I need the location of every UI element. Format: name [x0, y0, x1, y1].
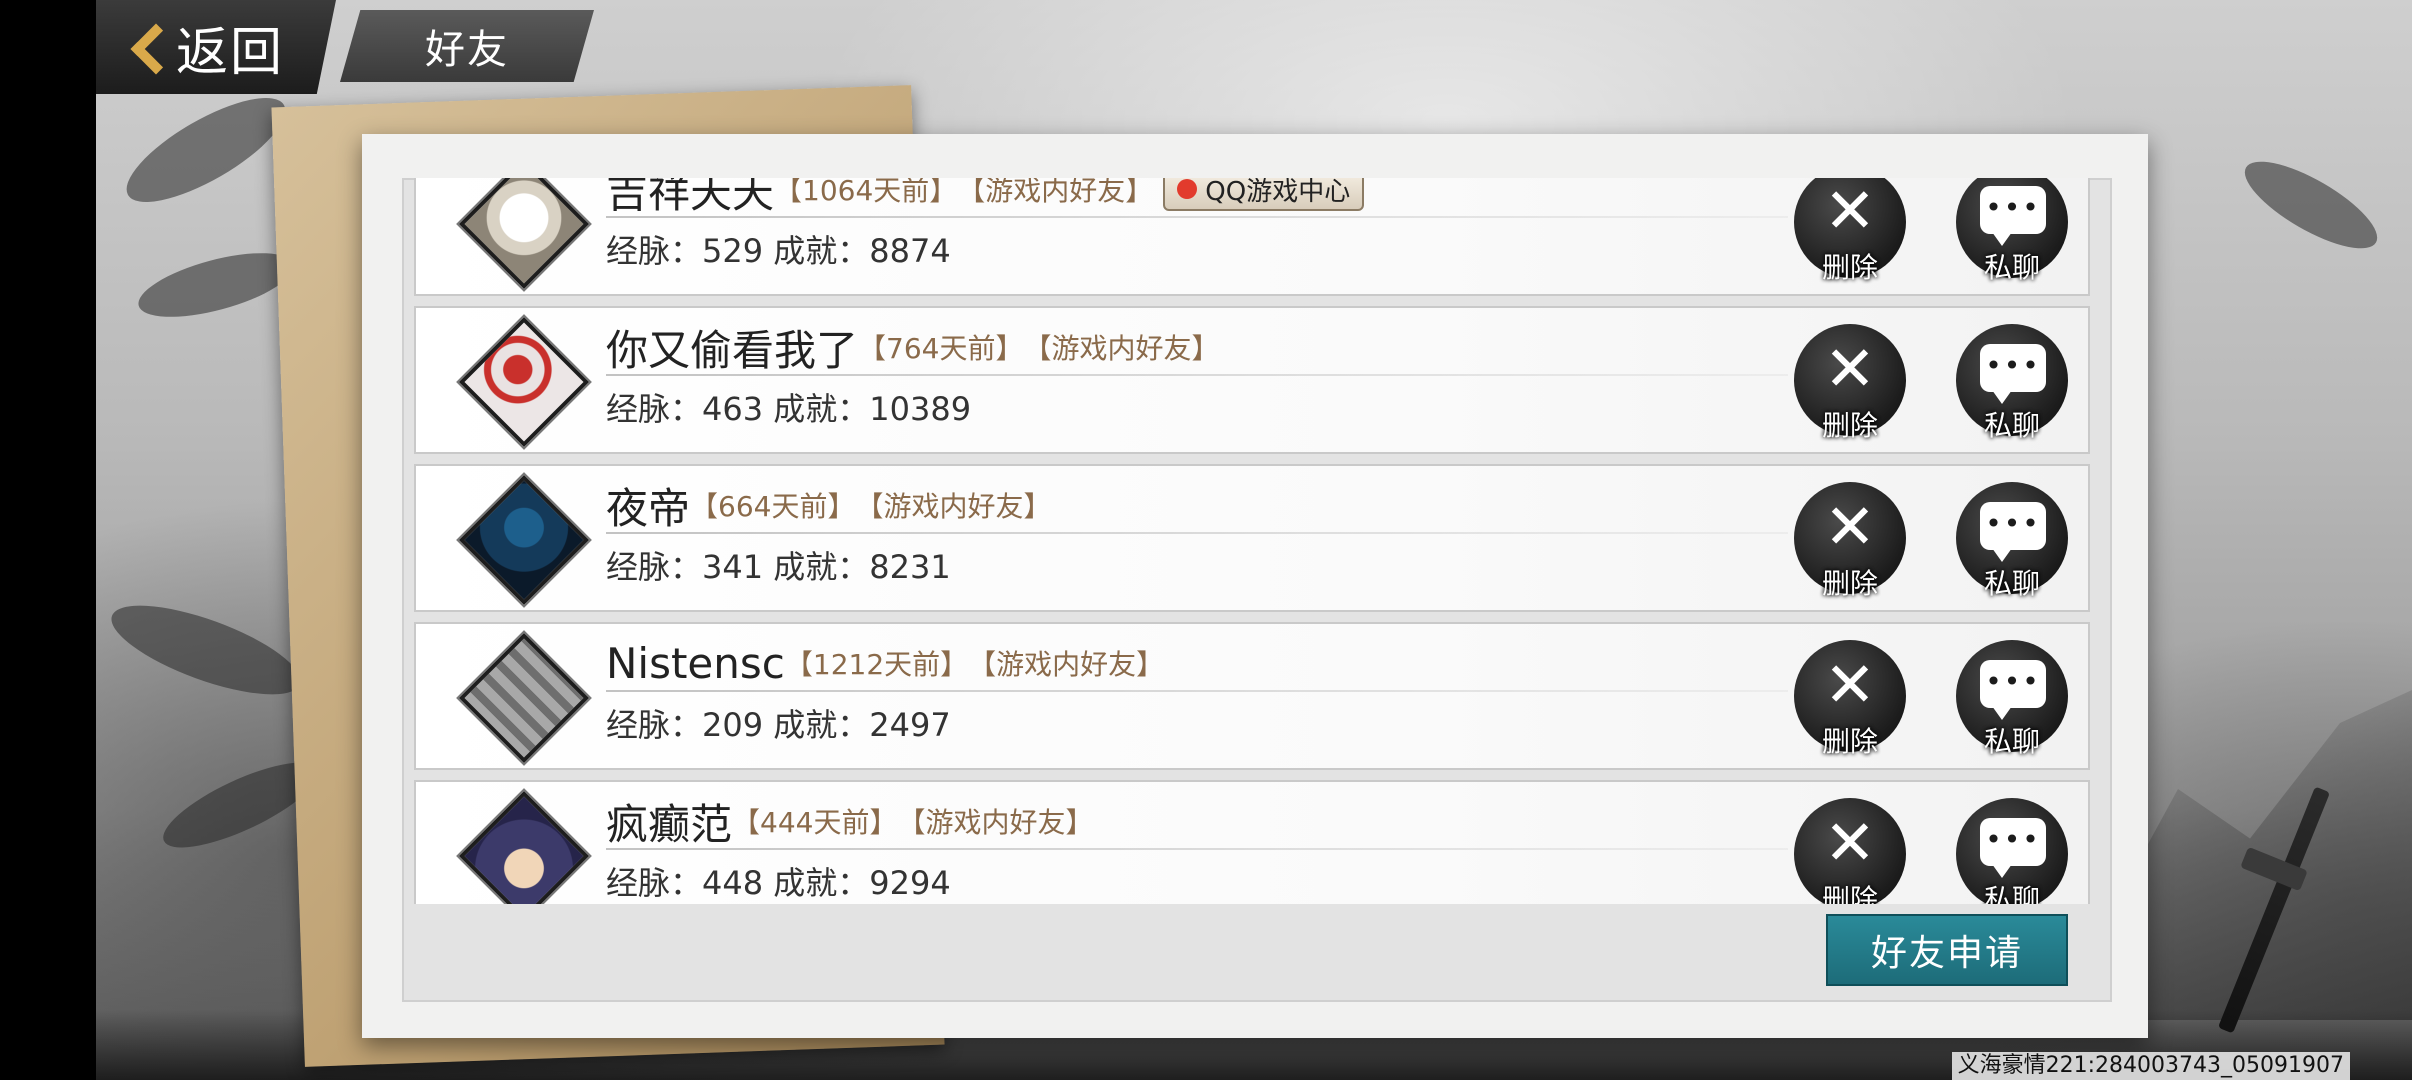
private-chat-button[interactable]: ••• 私聊 — [1952, 320, 2072, 444]
friend-name: 夜帝 — [606, 483, 691, 533]
last-online-tag: 【1064天前】 — [774, 178, 958, 207]
friend-source-tag: 【游戏内好友】 — [855, 490, 1052, 523]
private-chat-button[interactable]: ••• 私聊 — [1952, 636, 2072, 760]
friend-name: 吉祥天天 — [606, 178, 775, 217]
friend-row: 你又偷看我了 【764天前】 【游戏内好友】 经脉：463 成就：10389 ✕… — [414, 306, 2090, 454]
friend-source-tag: 【游戏内好友】 — [1023, 332, 1220, 365]
chat-bubble-icon: ••• — [1980, 186, 2046, 246]
last-online-tag: 【664天前】 — [690, 490, 856, 523]
friend-row: 疯癫范 【444天前】 【游戏内好友】 经脉：448 成就：9294 ✕ 删除 … — [414, 780, 2090, 904]
private-chat-button[interactable]: ••• 私聊 — [1952, 794, 2072, 904]
delete-friend-button[interactable]: ✕ 删除 — [1790, 794, 1910, 904]
friend-avatar[interactable] — [458, 316, 590, 448]
last-online-tag: 【1212天前】 — [784, 648, 969, 681]
friend-avatar[interactable] — [458, 632, 590, 764]
friend-name: 疯癫范 — [606, 799, 733, 849]
delete-friend-button[interactable]: ✕ 删除 — [1790, 478, 1910, 602]
chat-bubble-icon: ••• — [1980, 344, 2046, 404]
last-online-tag: 【764天前】 — [858, 332, 1024, 365]
friend-stats: 经脉：209 成就：2497 — [606, 706, 951, 744]
friend-source-tag: 【游戏内好友】 — [968, 648, 1165, 681]
friend-source-tag: 【游戏内好友】 — [897, 806, 1094, 839]
back-arrow-icon — [124, 17, 164, 77]
friend-avatar[interactable] — [458, 178, 590, 290]
chat-bubble-icon: ••• — [1980, 660, 2046, 720]
qq-game-center-badge: QQ游戏中心 — [1163, 178, 1365, 211]
friend-avatar[interactable] — [458, 474, 590, 606]
close-x-icon: ✕ — [1824, 178, 1876, 247]
friend-name: 你又偷看我了 — [606, 325, 859, 375]
delete-friend-button[interactable]: ✕ 删除 — [1790, 320, 1910, 444]
friend-source-tag: 【游戏内好友】 — [957, 178, 1154, 207]
player-id-watermark: 义海豪情221:284003743_05091907 — [1951, 1052, 2350, 1080]
page-title: 好友 — [425, 27, 509, 73]
friend-stats: 经脉：529 成就：8874 — [606, 232, 951, 270]
close-x-icon: ✕ — [1824, 648, 1876, 721]
close-x-icon: ✕ — [1824, 332, 1876, 405]
qq-icon — [1177, 179, 1198, 199]
close-x-icon: ✕ — [1824, 490, 1876, 563]
friend-row: Nistensc 【1212天前】 【游戏内好友】 经脉：209 成就：2497… — [414, 622, 2090, 770]
friend-list[interactable]: 吉祥天天 【1064天前】 【游戏内好友】 QQ游戏中心 经脉：529 成就：8… — [412, 178, 2094, 904]
private-chat-button[interactable]: ••• 私聊 — [1952, 178, 2072, 286]
back-button[interactable]: 返回 — [96, 0, 336, 94]
friend-stats: 经脉：341 成就：8231 — [606, 548, 951, 586]
friend-name: Nistensc — [606, 638, 785, 688]
page-title-tab: 好友 — [340, 10, 594, 82]
last-online-tag: 【444天前】 — [732, 806, 898, 839]
friend-avatar[interactable] — [458, 790, 590, 904]
chat-bubble-icon: ••• — [1980, 818, 2046, 878]
close-x-icon: ✕ — [1824, 806, 1876, 879]
delete-friend-button[interactable]: ✕ 删除 — [1790, 178, 1910, 286]
friend-stats: 经脉：463 成就：10389 — [606, 390, 972, 428]
friend-request-button[interactable]: 好友申请 — [1826, 914, 2068, 986]
delete-friend-button[interactable]: ✕ 删除 — [1790, 636, 1910, 760]
chat-bubble-icon: ••• — [1980, 502, 2046, 562]
friend-stats: 经脉：448 成就：9294 — [606, 864, 951, 902]
friend-row: 夜帝 【664天前】 【游戏内好友】 经脉：341 成就：8231 ✕ 删除 •… — [414, 464, 2090, 612]
back-label: 返回 — [176, 22, 285, 83]
private-chat-button[interactable]: ••• 私聊 — [1952, 478, 2072, 602]
friend-row: 吉祥天天 【1064天前】 【游戏内好友】 QQ游戏中心 经脉：529 成就：8… — [414, 178, 2090, 296]
